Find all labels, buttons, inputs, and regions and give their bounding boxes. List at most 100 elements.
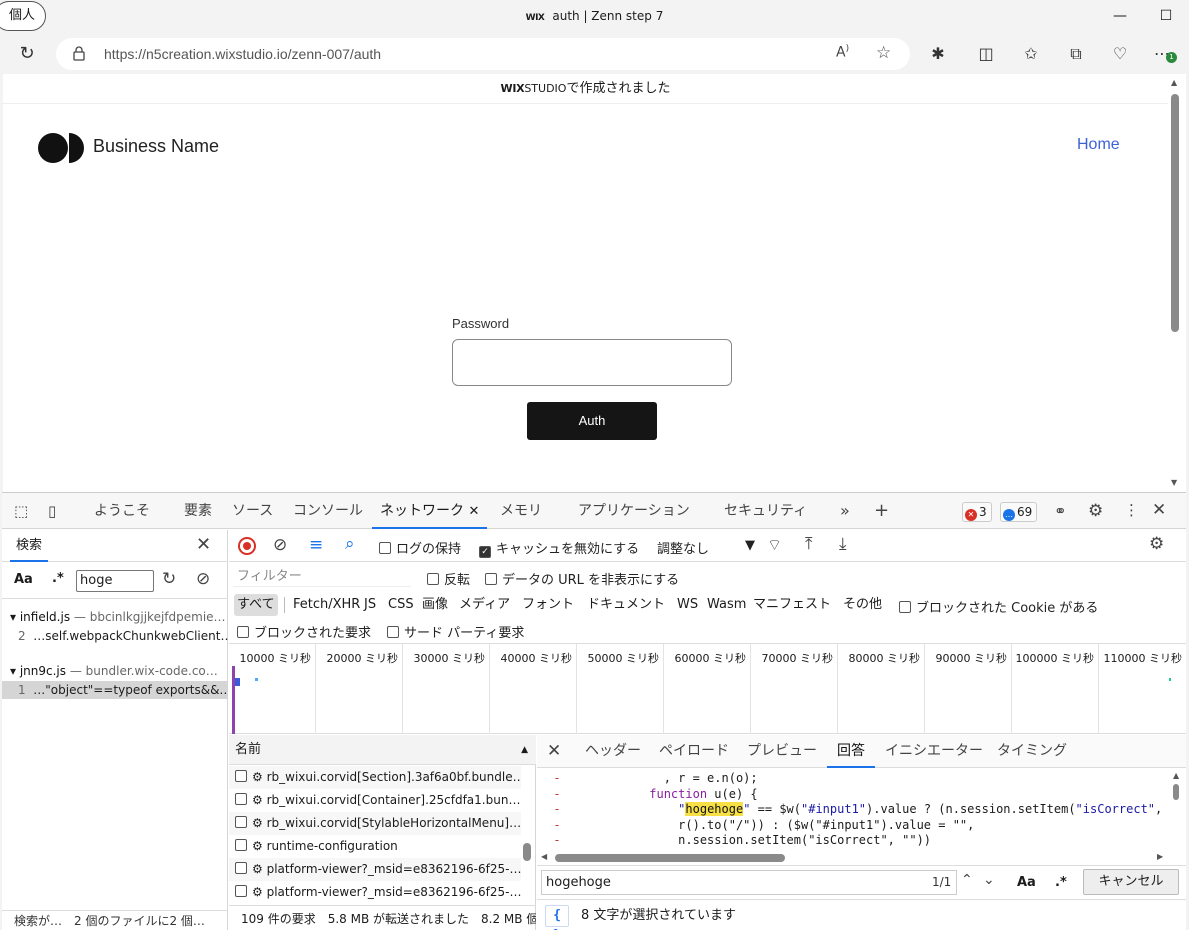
find-input[interactable]: hogehoge [541,870,957,895]
add-tab-icon[interactable]: + [874,493,889,529]
favorite-star-icon[interactable]: ☆ [876,43,891,63]
network-timeline[interactable]: 10000 ミリ秒 20000 ミリ秒 30000 ミリ秒 40000 ミリ秒 … [229,644,1186,734]
type-filter-wasm[interactable]: Wasm [704,594,749,616]
type-filter-font[interactable]: フォント [519,594,577,616]
read-aloud-icon[interactable]: A) [836,44,849,61]
extensions-icon[interactable]: ✱ [924,40,952,68]
request-row[interactable]: ⚙ platform-viewer?_msid=e8362196-6f25-… [229,858,521,881]
scroll-up-icon[interactable]: ▲ [1171,78,1181,87]
code-hscroll[interactable]: ◀ ▶ [541,852,1163,863]
type-filter-css[interactable]: CSS [385,594,417,616]
find-previous-icon[interactable]: ⌃ [961,872,973,888]
code-vscroll[interactable]: ▲ [1173,771,1183,851]
password-input[interactable] [452,339,732,386]
request-row[interactable]: ⚙ runtime-configuration [229,835,521,858]
devtools-tab-console[interactable]: コンソール [293,493,363,529]
devtools-tab-application[interactable]: アプリケーション [578,493,690,529]
maximize-icon[interactable]: ☐ [1143,0,1189,32]
search-result-file[interactable]: ▾ jnn9c.js — bundler.wix-code.co… [10,661,228,681]
minimize-icon[interactable]: — [1097,0,1143,32]
pretty-print-button[interactable]: { } [545,905,569,930]
close-search-icon[interactable]: ✕ [196,534,211,555]
detail-tab-headers[interactable]: ヘッダー [585,735,641,768]
auth-button[interactable]: Auth [527,402,657,440]
request-row[interactable]: ⚙ rb_wixui.corvid[Container].25cfdfa1.bu… [229,789,521,812]
detail-tab-payload[interactable]: ペイロード [659,735,729,768]
type-filter-document[interactable]: ドキュメント [584,594,668,616]
close-detail-icon[interactable]: ✕ [547,741,561,761]
hide-data-urls-checkbox[interactable]: データの URL を非表示にする [485,569,679,588]
devtools-tab-network[interactable]: ネットワーク ✕ [372,493,488,529]
search-result-file[interactable]: ▾ infield.js — bbcinlkgjjkejfdpemie… [10,607,228,627]
business-name[interactable]: Business Name [93,136,219,157]
refresh-search-icon[interactable]: ↻ [162,569,176,589]
find-regex-button[interactable]: .* [1055,875,1067,890]
filter-icon[interactable]: ≡ [309,535,323,555]
disable-cache-checkbox[interactable]: ✓ キャッシュを無効にする [479,538,639,558]
detail-tab-initiator[interactable]: イニシエーター [885,735,983,768]
search-tab[interactable]: 検索 [10,530,49,562]
search-result-line[interactable]: 2 …self.webpackChunkwebClient… [2,627,228,645]
type-filter-other[interactable]: その他 [840,594,885,616]
nav-home-link[interactable]: Home [1077,136,1120,154]
url-text[interactable]: https://n5creation.wixstudio.io/zenn-007… [104,38,381,70]
devtools-tab-security[interactable]: セキュリティ [724,493,807,529]
blocked-cookies-checkbox[interactable]: ブロックされた Cookie がある [899,597,1098,616]
name-column-header[interactable]: 名前 ▲ [229,735,536,765]
export-har-icon[interactable]: ⤓ [839,534,847,554]
settings-more-icon[interactable]: ⋯ 1 [1148,40,1177,68]
error-count-badge[interactable]: ✕ 3 [962,502,992,522]
type-filter-all[interactable]: すべて [234,594,278,616]
regex-button[interactable]: .* [52,571,64,586]
find-cancel-button[interactable]: キャンセル [1083,869,1179,895]
customize-icon[interactable]: ⚭ [1054,502,1067,520]
preserve-log-checkbox[interactable]: ログの保持 [379,538,461,557]
message-count-badge[interactable]: … 69 [1000,502,1038,522]
business-logo-icon[interactable] [38,132,84,164]
type-filter-fetch-xhr[interactable]: Fetch/XHR [290,594,363,616]
devtools-tab-memory[interactable]: メモリ [500,493,542,529]
blocked-requests-checkbox[interactable]: ブロックされた要求 [237,622,371,641]
browser-essentials-icon[interactable]: ♡ [1106,40,1134,68]
devtools-tab-elements[interactable]: 要素 [184,493,212,529]
type-filter-image[interactable]: 画像 [419,594,451,616]
network-settings-gear-icon[interactable]: ⚙ [1149,534,1164,554]
search-result-line[interactable]: 1 …"object"==typeof exports&&… [2,681,228,699]
network-conditions-icon[interactable]: ⌔ [767,535,782,555]
inspect-element-icon[interactable]: ⬚ [14,502,28,520]
record-icon[interactable] [238,537,256,555]
devtools-menu-icon[interactable]: ⋮ [1124,501,1139,519]
address-bar[interactable]: https://n5creation.wixstudio.io/zenn-007… [56,38,910,70]
import-har-icon[interactable]: ⤒ [805,534,813,554]
third-party-checkbox[interactable]: サード パーティ要求 [387,622,524,641]
devtools-tab-welcome[interactable]: ようこそ [94,493,150,529]
throttling-select[interactable]: 調整なし ▼ [657,538,755,557]
scroll-down-icon[interactable]: ▼ [1171,478,1181,487]
page-scrollbar[interactable]: ▲ ▼ [1168,74,1186,492]
collections-icon[interactable]: ⧉ [1062,40,1090,68]
request-row[interactable]: ⚙ rb_wixui.corvid[Section].3af6a0bf.bund… [229,766,521,789]
refresh-icon[interactable]: ↻ [13,40,41,68]
request-row[interactable]: ⚙ platform-viewer?_msid=e8362196-6f25-… [229,881,521,904]
more-tabs-icon[interactable]: » [840,493,850,529]
close-devtools-icon[interactable]: ✕ [1152,500,1166,520]
type-filter-js[interactable]: JS [361,594,379,616]
split-screen-icon[interactable]: ◫ [972,40,1000,68]
search-icon[interactable]: ⌕ [345,534,355,554]
wix-studio-banner[interactable]: WIXSTUDIOで作成されました [3,74,1168,104]
find-match-case-button[interactable]: Aa [1017,875,1036,890]
type-filter-ws[interactable]: WS [674,594,701,616]
type-filter-manifest[interactable]: マニフェスト [750,594,834,616]
detail-tab-response[interactable]: 回答 [827,735,875,768]
close-tab-icon[interactable]: ✕ [468,504,479,519]
detail-tab-timing[interactable]: タイミング [997,735,1067,768]
search-input[interactable]: hoge [76,570,154,592]
response-code-view[interactable]: - , r = e.n(o); - function u(e) { - "hog… [537,769,1173,849]
invert-checkbox[interactable]: 反転 [427,569,470,588]
request-row[interactable]: ⚙ rb_wixui.corvid[StylableHorizontalMenu… [229,812,521,835]
match-case-button[interactable]: Aa [14,572,33,587]
device-emulation-icon[interactable]: ▯ [48,502,56,520]
detail-tab-preview[interactable]: プレビュー [747,735,817,768]
favorites-icon[interactable]: ✩ [1017,40,1045,68]
find-next-icon[interactable]: ⌄ [983,872,995,888]
